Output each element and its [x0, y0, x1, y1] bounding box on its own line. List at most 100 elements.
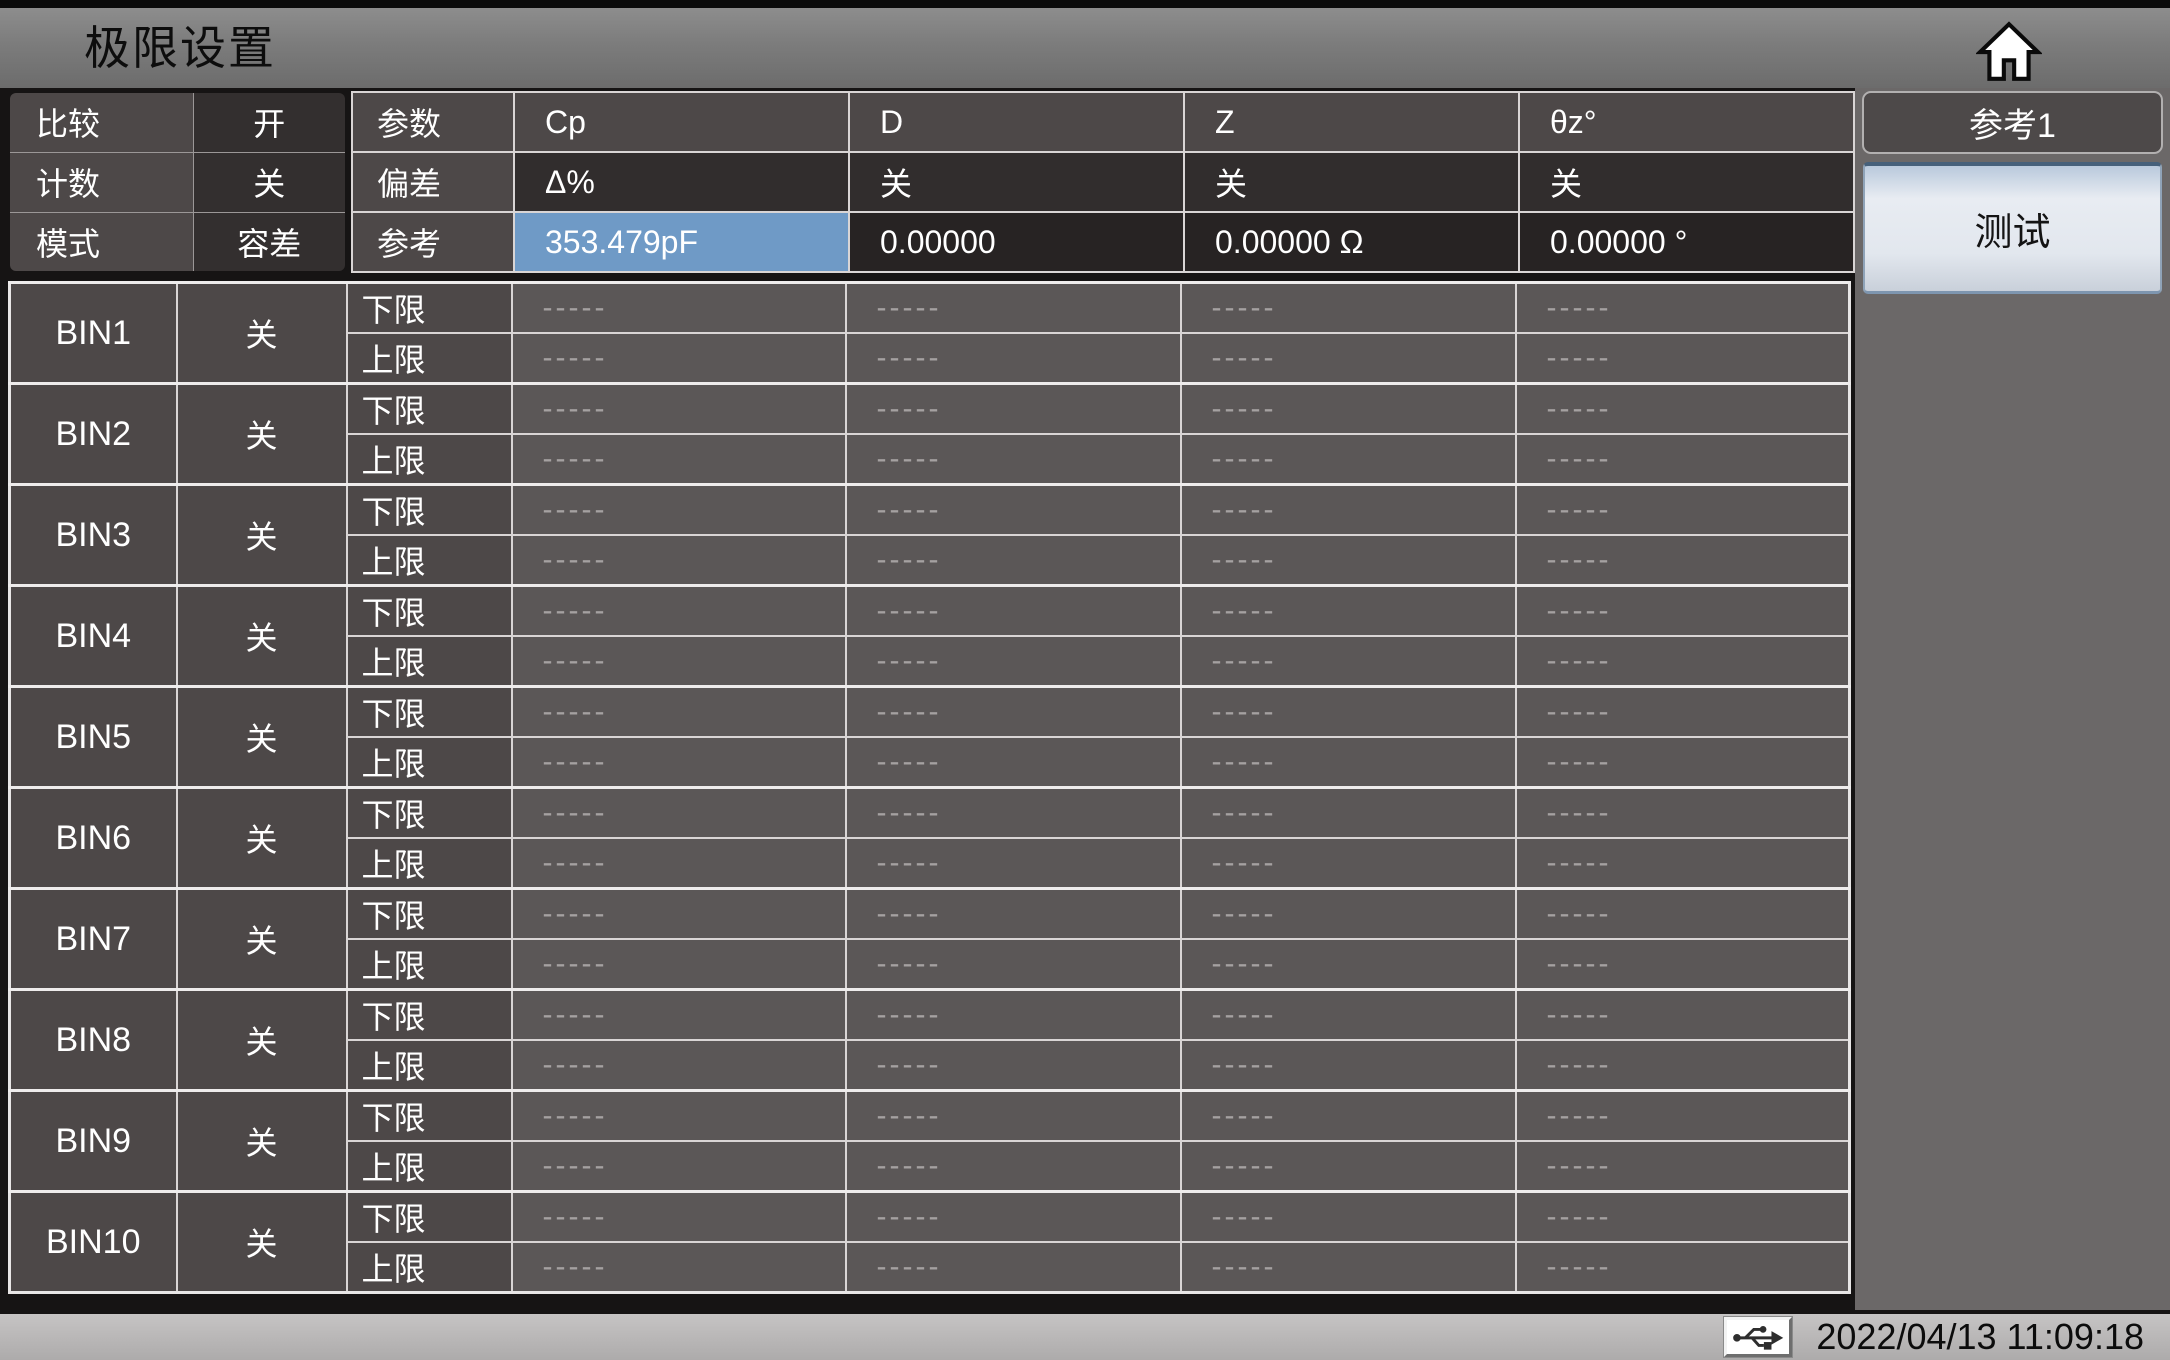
- upper-limit-value[interactable]: -----: [844, 938, 1182, 991]
- lower-limit-value[interactable]: -----: [844, 584, 1182, 637]
- lower-limit-value[interactable]: -----: [1179, 887, 1517, 940]
- upper-limit-value[interactable]: -----: [1179, 938, 1517, 991]
- upper-limit-value[interactable]: -----: [510, 938, 847, 991]
- upper-limit-value[interactable]: -----: [1179, 332, 1517, 385]
- lower-limit-value[interactable]: -----: [510, 281, 847, 334]
- lower-limit-value[interactable]: -----: [510, 483, 847, 536]
- bin-state-button[interactable]: 关: [175, 483, 348, 587]
- lower-limit-value[interactable]: -----: [1514, 988, 1851, 1041]
- lower-limit-value[interactable]: -----: [844, 1089, 1182, 1142]
- upper-limit-value[interactable]: -----: [1179, 1241, 1517, 1294]
- upper-limit-value[interactable]: -----: [844, 534, 1182, 587]
- lower-limit-value[interactable]: -----: [1179, 483, 1517, 536]
- parameter-z-cell[interactable]: Z: [1183, 91, 1520, 153]
- bin-state-button[interactable]: 关: [175, 887, 348, 991]
- upper-limit-value[interactable]: -----: [510, 1140, 847, 1193]
- home-icon[interactable]: [1976, 20, 2042, 82]
- reference-z-value[interactable]: 0.00000 Ω: [1183, 211, 1520, 273]
- lower-limit-value[interactable]: -----: [844, 786, 1182, 839]
- upper-limit-value[interactable]: -----: [1514, 938, 1851, 991]
- bin-state-button[interactable]: 关: [175, 281, 348, 385]
- upper-limit-value[interactable]: -----: [1514, 1140, 1851, 1193]
- upper-limit-value[interactable]: -----: [1179, 736, 1517, 789]
- parameter-theta-cell[interactable]: θz°: [1518, 91, 1855, 153]
- upper-limit-value[interactable]: -----: [844, 1039, 1182, 1092]
- upper-limit-value[interactable]: -----: [1514, 837, 1851, 890]
- parameter-cp-cell[interactable]: Cp: [513, 91, 850, 153]
- upper-limit-value[interactable]: -----: [1179, 837, 1517, 890]
- lower-limit-value[interactable]: -----: [510, 382, 847, 435]
- lower-limit-value[interactable]: -----: [1514, 1190, 1851, 1243]
- lower-limit-value[interactable]: -----: [1514, 685, 1851, 738]
- lower-limit-value[interactable]: -----: [1514, 483, 1851, 536]
- upper-limit-value[interactable]: -----: [510, 1241, 847, 1294]
- lower-limit-value[interactable]: -----: [844, 1190, 1182, 1243]
- upper-limit-value[interactable]: -----: [1514, 635, 1851, 688]
- upper-limit-value[interactable]: -----: [1179, 433, 1517, 486]
- lower-limit-value[interactable]: -----: [510, 1089, 847, 1142]
- deviation-z-cell[interactable]: 关: [1183, 151, 1520, 213]
- bin-state-button[interactable]: 关: [175, 988, 348, 1092]
- bin-state-button[interactable]: 关: [175, 685, 348, 789]
- upper-limit-value[interactable]: -----: [844, 635, 1182, 688]
- lower-limit-value[interactable]: -----: [844, 685, 1182, 738]
- lower-limit-value[interactable]: -----: [1179, 382, 1517, 435]
- upper-limit-value[interactable]: -----: [1179, 635, 1517, 688]
- upper-limit-value[interactable]: -----: [1179, 1039, 1517, 1092]
- compare-state-button[interactable]: 开: [192, 93, 345, 153]
- upper-limit-value[interactable]: -----: [510, 635, 847, 688]
- lower-limit-value[interactable]: -----: [844, 382, 1182, 435]
- lower-limit-value[interactable]: -----: [510, 685, 847, 738]
- reference-cp-value[interactable]: 353.479pF: [513, 211, 850, 273]
- lower-limit-value[interactable]: -----: [1179, 988, 1517, 1041]
- upper-limit-value[interactable]: -----: [510, 534, 847, 587]
- bin-state-button[interactable]: 关: [175, 1190, 348, 1294]
- lower-limit-value[interactable]: -----: [510, 1190, 847, 1243]
- upper-limit-value[interactable]: -----: [510, 332, 847, 385]
- lower-limit-value[interactable]: -----: [1514, 1089, 1851, 1142]
- lower-limit-value[interactable]: -----: [844, 281, 1182, 334]
- bin-state-button[interactable]: 关: [175, 1089, 348, 1193]
- upper-limit-value[interactable]: -----: [510, 433, 847, 486]
- lower-limit-value[interactable]: -----: [1179, 685, 1517, 738]
- upper-limit-value[interactable]: -----: [844, 736, 1182, 789]
- count-state-button[interactable]: 关: [192, 151, 345, 213]
- lower-limit-value[interactable]: -----: [1179, 1089, 1517, 1142]
- bin-state-button[interactable]: 关: [175, 786, 348, 890]
- deviation-cp-cell[interactable]: Δ%: [513, 151, 850, 213]
- lower-limit-value[interactable]: -----: [844, 483, 1182, 536]
- upper-limit-value[interactable]: -----: [844, 332, 1182, 385]
- lower-limit-value[interactable]: -----: [1179, 1190, 1517, 1243]
- upper-limit-value[interactable]: -----: [844, 1140, 1182, 1193]
- deviation-theta-cell[interactable]: 关: [1518, 151, 1855, 213]
- upper-limit-value[interactable]: -----: [1179, 1140, 1517, 1193]
- upper-limit-value[interactable]: -----: [844, 837, 1182, 890]
- bin-state-button[interactable]: 关: [175, 584, 348, 688]
- lower-limit-value[interactable]: -----: [1514, 281, 1851, 334]
- lower-limit-value[interactable]: -----: [1514, 584, 1851, 637]
- lower-limit-value[interactable]: -----: [510, 584, 847, 637]
- upper-limit-value[interactable]: -----: [844, 433, 1182, 486]
- test-button[interactable]: 测试: [1863, 162, 2162, 294]
- upper-limit-value[interactable]: -----: [510, 837, 847, 890]
- upper-limit-value[interactable]: -----: [1179, 534, 1517, 587]
- parameter-d-cell[interactable]: D: [848, 91, 1185, 153]
- lower-limit-value[interactable]: -----: [1179, 786, 1517, 839]
- reference-d-value[interactable]: 0.00000: [848, 211, 1185, 273]
- reference-1-button[interactable]: 参考1: [1862, 91, 2163, 154]
- upper-limit-value[interactable]: -----: [1514, 1241, 1851, 1294]
- upper-limit-value[interactable]: -----: [510, 1039, 847, 1092]
- mode-state-button[interactable]: 容差: [192, 211, 345, 271]
- upper-limit-value[interactable]: -----: [1514, 1039, 1851, 1092]
- upper-limit-value[interactable]: -----: [1514, 332, 1851, 385]
- lower-limit-value[interactable]: -----: [1514, 786, 1851, 839]
- lower-limit-value[interactable]: -----: [844, 887, 1182, 940]
- lower-limit-value[interactable]: -----: [1179, 584, 1517, 637]
- lower-limit-value[interactable]: -----: [510, 786, 847, 839]
- bin-state-button[interactable]: 关: [175, 382, 348, 486]
- lower-limit-value[interactable]: -----: [844, 988, 1182, 1041]
- deviation-d-cell[interactable]: 关: [848, 151, 1185, 213]
- reference-theta-value[interactable]: 0.00000 °: [1518, 211, 1855, 273]
- upper-limit-value[interactable]: -----: [1514, 736, 1851, 789]
- lower-limit-value[interactable]: -----: [1514, 382, 1851, 435]
